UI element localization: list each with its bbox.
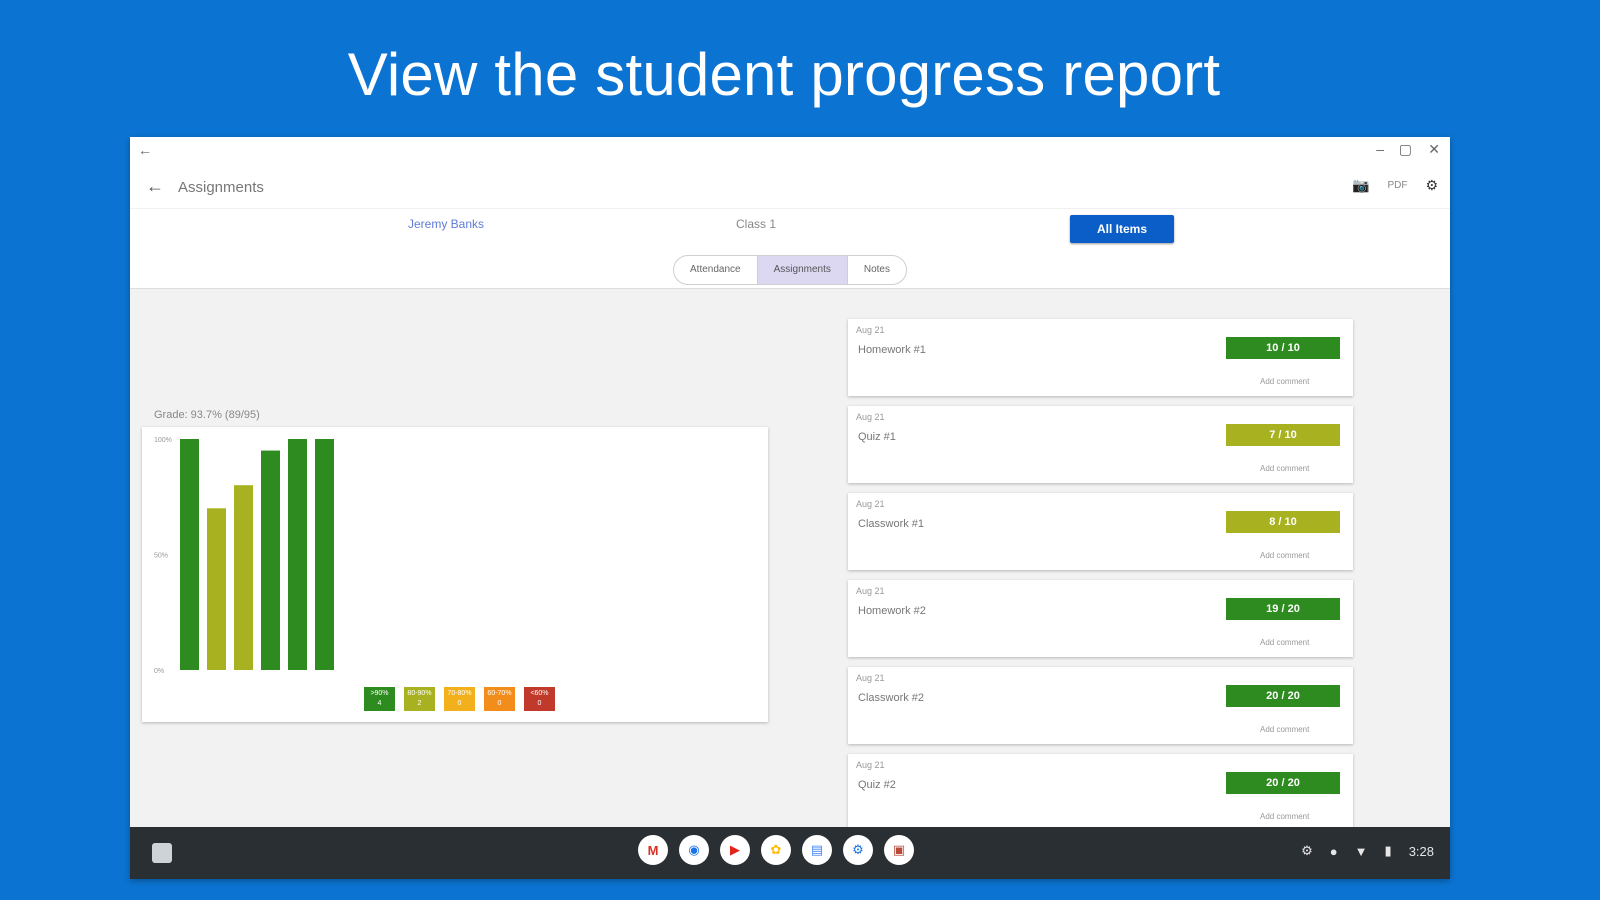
all-items-button[interactable]: All Items <box>1070 215 1174 243</box>
legend-chip-2: 80-90% 2 <box>404 687 435 711</box>
legend-chip-1: >90% 4 <box>364 687 395 711</box>
app-bar: ← Assignments 📷 PDF ⚙ <box>130 167 1450 209</box>
assignment-date: Aug 21 <box>856 325 885 335</box>
tab-attendance[interactable]: Attendance <box>674 256 757 284</box>
assignment-card[interactable]: Aug 21 Classwork #2 20 / 20 Add comment <box>848 667 1353 744</box>
os-shelf: M ◉ ▶ ✿ ▤ ⚙ ▣ ⚙ ● ▼ ▮ 3:28 <box>130 827 1450 879</box>
assignment-date: Aug 21 <box>856 586 885 596</box>
legend-range: 70-80% <box>447 690 472 697</box>
bar-4 <box>261 450 280 670</box>
legend-count: 0 <box>457 700 462 707</box>
youtube-icon[interactable]: ▶ <box>720 835 750 865</box>
assignment-date: Aug 21 <box>856 760 885 770</box>
assignment-name: Quiz #1 <box>858 431 896 443</box>
assignment-list: Aug 21 Homework #1 10 / 10 Add comment Aug 2… <box>848 319 1353 841</box>
assignment-name: Homework #1 <box>858 344 926 356</box>
add-comment-link[interactable]: Add comment <box>1260 812 1309 821</box>
bar-3 <box>234 485 253 670</box>
shelf-apps: M ◉ ▶ ✿ ▤ ⚙ ▣ <box>638 835 914 865</box>
headline: View the student progress report <box>347 41 1221 108</box>
camera-icon[interactable]: 📷 <box>1352 177 1369 194</box>
notification-icon: ● <box>1329 843 1338 859</box>
score-badge[interactable]: 20 / 20 <box>1226 685 1340 707</box>
close-icon[interactable]: ✕ <box>1428 141 1440 158</box>
assignment-card[interactable]: Aug 21 Quiz #1 7 / 10 Add comment <box>848 406 1353 483</box>
legend-count: 0 <box>537 700 542 707</box>
assignment-card[interactable]: Aug 21 Quiz #2 20 / 20 Add comment <box>848 754 1353 831</box>
assignment-card[interactable]: Aug 21 Classwork #1 8 / 10 Add comment <box>848 493 1353 570</box>
bar-6 <box>315 439 334 670</box>
window-back-icon[interactable]: ← <box>138 142 152 158</box>
tab-notes[interactable]: Notes <box>848 256 906 284</box>
pdf-button[interactable]: PDF <box>1387 180 1407 191</box>
legend-chip-4: 60-70% 0 <box>484 687 515 711</box>
score-badge[interactable]: 20 / 20 <box>1226 772 1340 794</box>
legend-count: 0 <box>497 700 502 707</box>
add-comment-link[interactable]: Add comment <box>1260 638 1309 647</box>
add-comment-link[interactable]: Add comment <box>1260 551 1309 560</box>
add-comment-link[interactable]: Add comment <box>1260 377 1309 386</box>
bar-1 <box>180 439 199 670</box>
assignment-name: Classwork #2 <box>858 692 925 704</box>
minimize-icon[interactable]: – <box>1376 141 1384 157</box>
score-badge[interactable]: 10 / 10 <box>1226 337 1340 359</box>
main-content: Grade: 93.7% (89/95) 100% 50% 0% >90% 4 80-9… <box>130 289 1450 831</box>
assignment-name: Homework #2 <box>858 605 926 617</box>
grade-label: Grade: 93.7% (89/95) <box>154 409 260 421</box>
settings-gear-icon[interactable]: ⚙ <box>1425 177 1438 194</box>
class-selector[interactable]: Class 1 <box>736 217 776 231</box>
battery-icon: ▮ <box>1384 843 1392 858</box>
assignment-date: Aug 21 <box>856 499 885 509</box>
legend-range: >90% <box>370 690 389 697</box>
assignment-card[interactable]: Aug 21 Homework #2 19 / 20 Add comment <box>848 580 1353 657</box>
legend-range: 80-90% <box>407 690 432 697</box>
chart-legend: >90% 4 80-90% 2 70-80% 0 60-70% 0 <60% 0 <box>364 687 555 711</box>
y-tick-label: 0% <box>154 668 164 675</box>
app-window: ← – ▢ ✕ ← Assignments 📷 PDF ⚙ Jeremy Ban… <box>130 137 1450 879</box>
legend-range: <60% <box>530 690 549 697</box>
status-tray[interactable]: ⚙ ● ▼ ▮ 3:28 <box>1301 843 1434 859</box>
clock: 3:28 <box>1408 843 1434 859</box>
settings-status-icon: ⚙ <box>1301 843 1313 858</box>
title-bar: ← – ▢ ✕ <box>130 137 1450 167</box>
assignment-name: Classwork #1 <box>858 518 925 530</box>
chrome-icon[interactable]: ◉ <box>679 835 709 865</box>
score-badge[interactable]: 8 / 10 <box>1226 511 1340 533</box>
bar-2 <box>207 508 226 670</box>
launcher-button[interactable] <box>152 843 172 863</box>
y-tick-label: 100% <box>154 437 172 444</box>
assignment-card[interactable]: Aug 21 Homework #1 10 / 10 Add comment <box>848 319 1353 396</box>
student-selector[interactable]: Jeremy Banks <box>408 217 484 231</box>
bar-5 <box>288 439 307 670</box>
tab-assignments[interactable]: Assignments <box>756 256 848 284</box>
segmented-tabs: Attendance Assignments Notes <box>673 255 907 285</box>
y-tick-label: 50% <box>154 553 168 560</box>
docs-icon[interactable]: ▤ <box>802 835 832 865</box>
score-badge[interactable]: 19 / 20 <box>1226 598 1340 620</box>
add-comment-link[interactable]: Add comment <box>1260 464 1309 473</box>
filter-bar: Jeremy Banks Class 1 All Items Attendanc… <box>130 209 1450 289</box>
photos-icon[interactable]: ✿ <box>761 835 791 865</box>
legend-chip-5: <60% 0 <box>524 687 555 711</box>
legend-range: 60-70% <box>487 690 512 697</box>
legend-count: 2 <box>417 700 422 707</box>
score-badge[interactable]: 7 / 10 <box>1226 424 1340 446</box>
legend-count: 4 <box>377 700 382 707</box>
page-title: Assignments <box>178 179 264 196</box>
back-arrow-icon[interactable]: ← <box>146 176 164 197</box>
grade-chart: 100% 50% 0% >90% 4 80-90% 2 70-80% 0 60-70% 0 <60%… <box>142 427 768 722</box>
assignment-date: Aug 21 <box>856 673 885 683</box>
legend-chip-3: 70-80% 0 <box>444 687 475 711</box>
settings-icon[interactable]: ⚙ <box>843 835 873 865</box>
add-comment-link[interactable]: Add comment <box>1260 725 1309 734</box>
bar-chart-svg: 100% 50% 0% <box>154 437 334 675</box>
wifi-icon: ▼ <box>1354 843 1368 859</box>
gmail-icon[interactable]: M <box>638 835 668 865</box>
maximize-icon[interactable]: ▢ <box>1399 141 1412 158</box>
assignment-name: Quiz #2 <box>858 779 896 791</box>
gradebook-icon[interactable]: ▣ <box>884 835 914 865</box>
assignment-date: Aug 21 <box>856 412 885 422</box>
